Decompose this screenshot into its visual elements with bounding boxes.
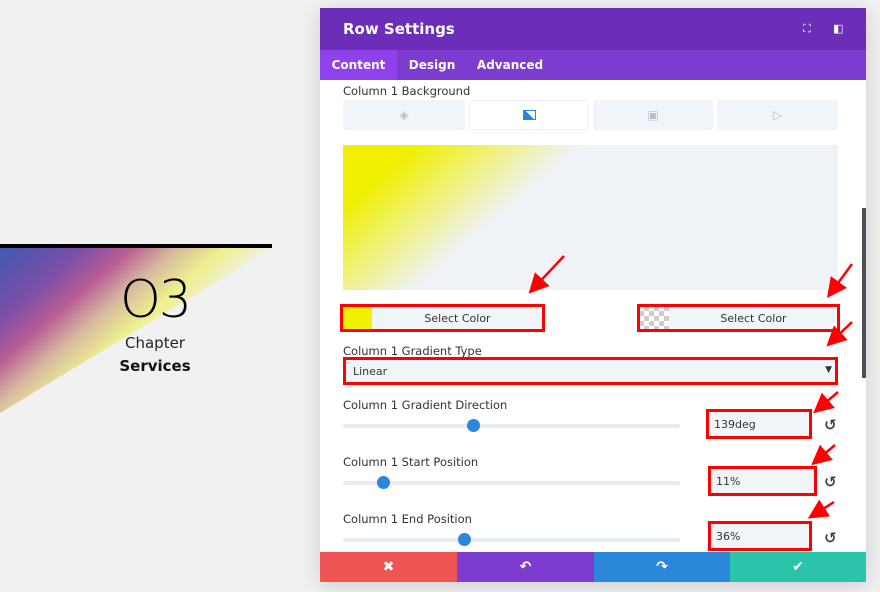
end-position-label: Column 1 End Position (343, 512, 472, 526)
bg-tab-image[interactable]: ▣ (593, 100, 713, 130)
slider-thumb[interactable] (467, 419, 481, 432)
gradient-icon (522, 110, 536, 120)
gradient-type-label: Column 1 Gradient Type (343, 344, 482, 358)
background-label: Column 1 Background (343, 84, 471, 98)
end-color-button[interactable]: Select Color (637, 304, 840, 332)
chevron-down-icon: ▼ (825, 365, 832, 375)
panel-title: Row Settings (343, 20, 455, 38)
reset-icon[interactable]: ↺ (824, 529, 837, 547)
bg-tab-color[interactable]: ◈ (343, 100, 465, 130)
undo-button[interactable]: ↶ (457, 552, 594, 582)
gradient-type-value: Linear (353, 365, 388, 378)
direction-slider[interactable] (343, 419, 680, 432)
chapter-label: Chapter (125, 334, 185, 352)
bg-tab-gradient[interactable] (469, 100, 589, 130)
tab-bar: Content Design Advanced (320, 50, 866, 80)
start-position-label: Column 1 Start Position (343, 455, 479, 469)
start-position-slider[interactable] (343, 476, 680, 489)
gradient-type-select[interactable]: Linear ▼ (343, 357, 838, 385)
save-button[interactable]: ✔ (730, 552, 866, 582)
tab-design[interactable]: Design (400, 50, 464, 80)
fullscreen-icon[interactable]: ⛶ (803, 22, 815, 35)
video-icon: ▷ (772, 108, 783, 122)
row-settings-panel: Row Settings ⛶ ◧ Content Design Advanced… (320, 8, 866, 582)
image-icon: ▣ (647, 108, 659, 122)
direction-input[interactable]: 139deg (706, 409, 812, 439)
start-color-label: Select Color (424, 311, 491, 325)
panel-header: Row Settings ⛶ ◧ (320, 8, 866, 50)
gradient-preview (343, 145, 838, 290)
tab-advanced[interactable]: Advanced (475, 50, 545, 80)
sidebar-toggle-icon[interactable]: ◧ (833, 22, 845, 35)
cancel-button[interactable]: ✖ (320, 552, 457, 582)
scrollbar[interactable] (862, 208, 866, 378)
end-position-input[interactable]: 36% (708, 521, 812, 551)
chapter-number: O3 (119, 270, 192, 330)
reset-icon[interactable]: ↺ (824, 416, 837, 434)
end-color-label: Select Color (720, 311, 787, 325)
divider-line (0, 244, 272, 248)
bg-tab-video[interactable]: ▷ (717, 100, 838, 130)
reset-icon[interactable]: ↺ (824, 473, 837, 491)
chapter-title: Services (119, 357, 191, 375)
redo-button[interactable]: ↷ (594, 552, 730, 582)
direction-label: Column 1 Gradient Direction (343, 398, 508, 412)
start-position-input[interactable]: 11% (708, 466, 817, 496)
tab-content[interactable]: Content (320, 50, 397, 80)
start-color-swatch (342, 306, 372, 330)
slider-thumb[interactable] (458, 533, 472, 546)
slider-thumb[interactable] (377, 476, 391, 489)
paint-bucket-icon: ◈ (399, 108, 409, 122)
end-color-swatch (639, 306, 669, 330)
start-color-button[interactable]: Select Color (340, 304, 545, 332)
end-position-slider[interactable] (343, 533, 680, 546)
